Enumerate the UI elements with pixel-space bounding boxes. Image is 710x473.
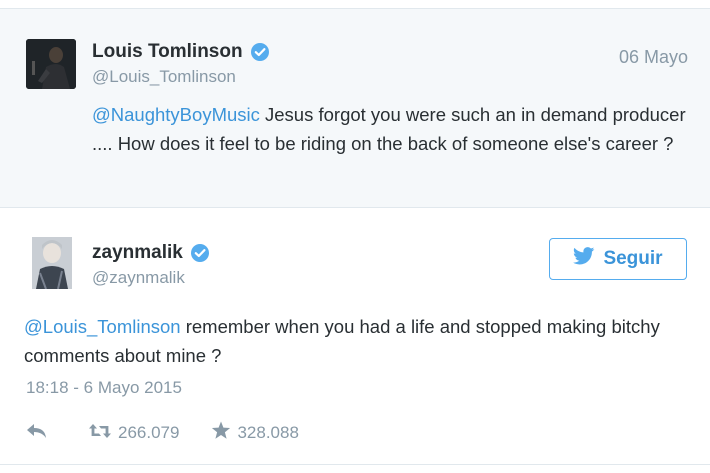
follow-button-label: Seguir (603, 248, 663, 269)
author-name[interactable]: Louis Tomlinson (92, 41, 270, 63)
author-handle[interactable]: @zaynmalik (92, 268, 185, 288)
divider (0, 464, 710, 465)
favorite-button[interactable]: 328.088 (211, 421, 299, 445)
retweet-button[interactable]: 266.079 (88, 422, 179, 445)
avatar-zayn[interactable] (32, 237, 72, 289)
favorite-count: 328.088 (237, 423, 299, 442)
author-name[interactable]: zaynmalik (92, 242, 210, 264)
tweet-timestamp[interactable]: 18:18 - 6 Mayo 2015 (26, 378, 182, 398)
star-icon (211, 421, 231, 445)
mention-link[interactable]: @Louis_Tomlinson (24, 316, 181, 337)
avatar-louis[interactable] (26, 39, 76, 89)
quoted-tweet[interactable]: Louis Tomlinson @Louis_Tomlinson 06 Mayo… (0, 8, 710, 208)
tweet-text: @Louis_Tomlinson remember when you had a… (24, 312, 684, 370)
tweet-date[interactable]: 06 Mayo (619, 47, 688, 68)
author-name-text[interactable]: zaynmalik (92, 242, 183, 264)
reply-button[interactable] (26, 423, 48, 444)
follow-button[interactable]: Seguir (549, 238, 687, 280)
author-handle[interactable]: @Louis_Tomlinson (92, 67, 236, 87)
tweet-actions: 266.079 328.088 (26, 420, 299, 446)
retweet-icon (88, 422, 112, 445)
tweet-embed: Louis Tomlinson @Louis_Tomlinson 06 Mayo… (0, 0, 710, 473)
tweet-text: @NaughtyBoyMusic Jesus forgot you were s… (92, 101, 692, 158)
verified-badge-icon (190, 243, 210, 263)
reply-icon (26, 423, 48, 444)
twitter-bird-icon (573, 247, 595, 271)
mention-link[interactable]: @NaughtyBoyMusic (92, 104, 260, 125)
verified-badge-icon (250, 42, 270, 62)
retweet-count: 266.079 (118, 423, 180, 442)
author-name-text[interactable]: Louis Tomlinson (92, 41, 243, 63)
